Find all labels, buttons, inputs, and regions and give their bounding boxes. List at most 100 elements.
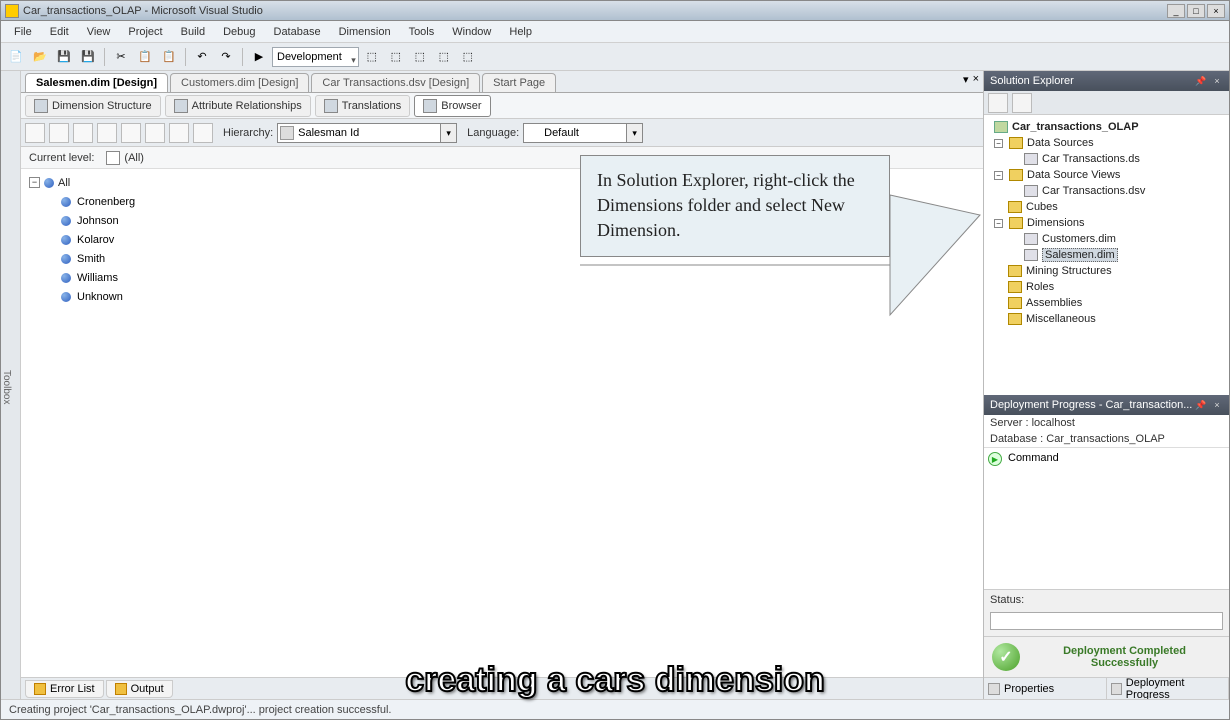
success-icon: ✓ — [992, 643, 1020, 671]
root-node[interactable]: All — [58, 177, 70, 189]
dtab-browser[interactable]: Browser — [414, 95, 490, 117]
solution-explorer-title: Solution Explorer 📌× — [984, 71, 1229, 91]
menu-debug[interactable]: Debug — [214, 24, 264, 40]
close-button[interactable]: × — [1207, 4, 1225, 18]
menu-bar: File Edit View Project Build Debug Datab… — [1, 21, 1229, 43]
member-icon — [61, 292, 71, 302]
menu-file[interactable]: File — [5, 24, 41, 40]
member-item[interactable]: Williams — [61, 268, 975, 287]
collapse-icon[interactable]: − — [994, 139, 1003, 148]
filter-button[interactable] — [121, 123, 141, 143]
dtab-translations[interactable]: Translations — [315, 95, 411, 117]
tab-customers-dim[interactable]: Customers.dim [Design] — [170, 73, 309, 92]
dtab-attribute-relationships[interactable]: Attribute Relationships — [165, 95, 311, 117]
menu-build[interactable]: Build — [172, 24, 214, 40]
copy-button[interactable]: 📋 — [134, 46, 156, 68]
hierarchy-icon — [280, 126, 294, 140]
menu-database[interactable]: Database — [265, 24, 330, 40]
folder-dimensions[interactable]: Dimensions — [1027, 217, 1084, 229]
menu-edit[interactable]: Edit — [41, 24, 78, 40]
folder-roles[interactable]: Roles — [1026, 281, 1054, 293]
start-button[interactable]: ▶ — [248, 46, 270, 68]
writeback-button[interactable] — [97, 123, 117, 143]
tool-button-2[interactable]: ⬚ — [385, 46, 407, 68]
collapse-icon[interactable]: − — [29, 177, 40, 188]
sort-desc-button[interactable] — [169, 123, 189, 143]
tab-salesmen-dim[interactable]: Salesmen.dim [Design] — [25, 73, 168, 92]
tab-properties[interactable]: Properties — [984, 678, 1107, 699]
title-bar: Car_transactions_OLAP - Microsoft Visual… — [1, 1, 1229, 21]
minimize-button[interactable]: _ — [1167, 4, 1185, 18]
collapse-icon[interactable]: − — [994, 171, 1003, 180]
tool-button-4[interactable]: ⬚ — [433, 46, 455, 68]
member-item[interactable]: Unknown — [61, 287, 975, 306]
hierarchy-combo[interactable]: Salesman Id ▾ — [277, 123, 457, 143]
cut-button[interactable]: ✂ — [110, 46, 132, 68]
pin-icon[interactable]: 📌 — [1195, 399, 1207, 411]
sort-asc-button[interactable] — [145, 123, 165, 143]
member-item[interactable]: Cronenberg — [61, 192, 975, 211]
tool-button-1[interactable]: ⬚ — [361, 46, 383, 68]
member-tree[interactable]: − All Cronenberg Johnson Kolarov Smith W… — [21, 169, 983, 677]
project-node[interactable]: Car_transactions_OLAP — [1012, 121, 1139, 133]
close-panel-icon[interactable]: × — [1211, 399, 1223, 411]
redo-button[interactable]: ↷ — [215, 46, 237, 68]
tab-close-icon[interactable]: × — [973, 73, 979, 86]
member-item[interactable]: Johnson — [61, 211, 975, 230]
menu-view[interactable]: View — [78, 24, 120, 40]
member-item[interactable]: Smith — [61, 249, 975, 268]
right-bottom-tabs: Properties Deployment Progress — [984, 677, 1229, 699]
toolbox-rail[interactable]: Toolbox — [1, 71, 21, 699]
build-config-dropdown[interactable]: Development — [272, 47, 359, 67]
menu-tools[interactable]: Tools — [400, 24, 444, 40]
reconnect-button[interactable] — [49, 123, 69, 143]
tab-list-icon[interactable]: ▾ — [963, 73, 969, 86]
new-project-button[interactable]: 📄 — [5, 46, 27, 68]
folder-miscellaneous[interactable]: Miscellaneous — [1026, 313, 1096, 325]
folder-cubes[interactable]: Cubes — [1026, 201, 1058, 213]
menu-project[interactable]: Project — [119, 24, 171, 40]
language-combo[interactable]: Default ▾ — [523, 123, 643, 143]
solution-tree[interactable]: Car_transactions_OLAP − Data Sources Car … — [984, 115, 1229, 395]
tab-car-transactions-dsv[interactable]: Car Transactions.dsv [Design] — [311, 73, 480, 92]
properties-button[interactable] — [193, 123, 213, 143]
member-item[interactable]: Kolarov — [61, 230, 975, 249]
undo-button[interactable]: ↶ — [191, 46, 213, 68]
folder-icon — [1008, 281, 1022, 293]
menu-help[interactable]: Help — [500, 24, 541, 40]
current-level-label: Current level: — [29, 152, 94, 164]
process-button[interactable] — [25, 123, 45, 143]
command-row[interactable]: ▶ Command — [984, 447, 1229, 589]
save-all-button[interactable]: 💾 — [77, 46, 99, 68]
tool-button-5[interactable]: ⬚ — [457, 46, 479, 68]
close-panel-icon[interactable]: × — [1211, 75, 1223, 87]
file-item-selected[interactable]: Salesmen.dim — [1042, 248, 1118, 262]
dtab-dimension-structure[interactable]: Dimension Structure — [25, 95, 161, 117]
menu-window[interactable]: Window — [443, 24, 500, 40]
properties-button[interactable] — [988, 93, 1008, 113]
open-button[interactable]: 📂 — [29, 46, 51, 68]
folder-data-source-views[interactable]: Data Source Views — [1027, 169, 1120, 181]
refresh-button[interactable] — [73, 123, 93, 143]
browser-icon — [423, 99, 437, 113]
save-button[interactable]: 💾 — [53, 46, 75, 68]
tab-deployment-progress[interactable]: Deployment Progress — [1107, 678, 1230, 699]
show-all-button[interactable] — [1012, 93, 1032, 113]
folder-assemblies[interactable]: Assemblies — [1026, 297, 1082, 309]
maximize-button[interactable]: □ — [1187, 4, 1205, 18]
tab-output[interactable]: Output — [106, 680, 173, 698]
member-icon — [44, 178, 54, 188]
folder-data-sources[interactable]: Data Sources — [1027, 137, 1094, 149]
window-title: Car_transactions_OLAP - Microsoft Visual… — [23, 5, 1165, 17]
folder-mining-structures[interactable]: Mining Structures — [1026, 265, 1112, 277]
menu-dimension[interactable]: Dimension — [330, 24, 400, 40]
file-item[interactable]: Car Transactions.ds — [1042, 153, 1140, 165]
file-item[interactable]: Car Transactions.dsv — [1042, 185, 1145, 197]
tool-button-3[interactable]: ⬚ — [409, 46, 431, 68]
tab-start-page[interactable]: Start Page — [482, 73, 556, 92]
file-item[interactable]: Customers.dim — [1042, 233, 1116, 245]
pin-icon[interactable]: 📌 — [1195, 75, 1207, 87]
paste-button[interactable]: 📋 — [158, 46, 180, 68]
collapse-icon[interactable]: − — [994, 219, 1003, 228]
tab-error-list[interactable]: Error List — [25, 680, 104, 698]
